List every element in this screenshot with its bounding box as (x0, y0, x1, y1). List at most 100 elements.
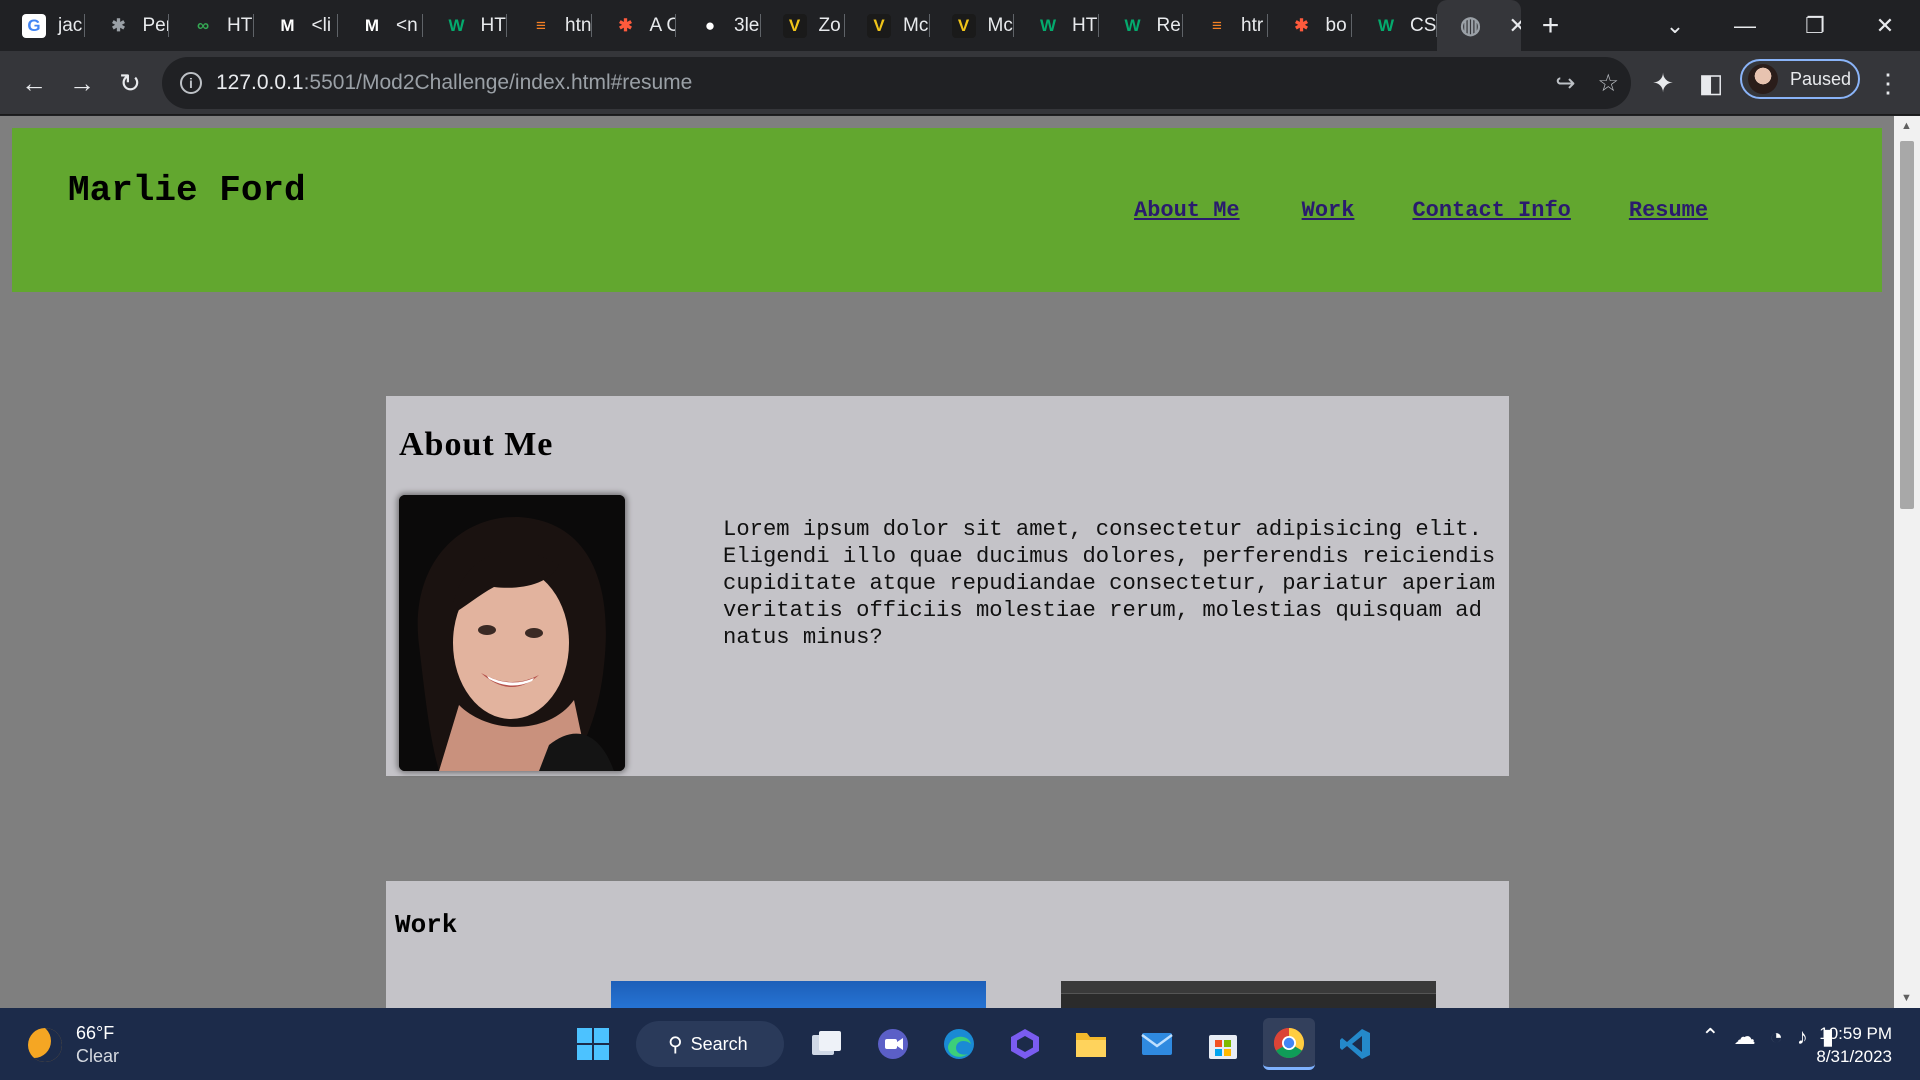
tab-favicon-icon: W (448, 15, 465, 35)
tab-favicon-icon: ✱ (1294, 15, 1309, 35)
extensions-icon[interactable]: ✦ (1643, 63, 1683, 103)
taskbar-search[interactable]: ⚲ Search (636, 1021, 784, 1067)
browser-tab[interactable]: ✱ A C (592, 0, 677, 51)
tab-favicon-icon: V (951, 13, 976, 38)
onedrive-icon[interactable]: ☁ (1734, 1024, 1756, 1050)
weather-widget[interactable]: 66°F Clear (28, 1022, 119, 1068)
browser-tab[interactable]: ● 3le (676, 0, 761, 51)
tab-title: bo (1325, 14, 1347, 36)
nav-link-resume[interactable]: Resume (1629, 198, 1708, 223)
window-controls: ⌄ — ❐ ✕ (1640, 0, 1920, 51)
browser-tab-active[interactable]: ◍ ✕ (1436, 0, 1521, 51)
tab-title: A C (649, 14, 677, 36)
profile-button[interactable]: Paused (1740, 59, 1860, 99)
close-tab-icon[interactable]: ✕ (1509, 13, 1521, 39)
tab-list: Gjac ✱ Per ∞ HT M <li M <n W HT ≡ htn ✱ A C ● 3le V Zo V Mc V… (0, 0, 1581, 51)
close-window-icon[interactable]: ✕ (1850, 13, 1920, 39)
browser-menu-icon[interactable]: ⋮ (1868, 63, 1908, 103)
browser-tab[interactable]: W CS (1352, 0, 1437, 51)
tab-title: Zo (818, 14, 841, 36)
clock-date: 8/31/2023 (1816, 1047, 1892, 1066)
start-icon[interactable] (567, 1018, 619, 1070)
browser-tab[interactable]: W Re (1099, 0, 1184, 51)
minimize-icon[interactable]: — (1710, 13, 1780, 39)
browser-tab[interactable]: ≡ htr (1183, 0, 1268, 51)
volume-icon[interactable]: ♪ (1797, 1024, 1808, 1050)
browser-tab[interactable]: ✱ bo (1268, 0, 1353, 51)
browser-tab[interactable]: V Mc (845, 0, 930, 51)
tab-favicon-icon: ✱ (111, 15, 126, 35)
taskbar-clock[interactable]: 10:59 PM 8/31/2023 (1816, 1022, 1892, 1068)
forward-icon[interactable]: → (62, 63, 102, 103)
tab-title: jac (58, 14, 83, 36)
scroll-up-icon[interactable]: ▲ (1901, 120, 1912, 132)
browser-tab[interactable]: ✱ Per (85, 0, 170, 51)
page-scrollbar[interactable]: ▲ ▼ (1894, 116, 1920, 1008)
reload-icon[interactable]: ↻ (110, 63, 150, 103)
weather-temp: 66°F (76, 1023, 115, 1043)
side-panel-icon[interactable]: ◧ (1691, 63, 1731, 103)
about-section: About Me Lorem ipsum dolor sit amet, con… (386, 396, 1509, 776)
work-project-image[interactable] (611, 981, 986, 1008)
task-view-icon[interactable] (801, 1018, 853, 1070)
browser-tab[interactable]: ≡ htn (507, 0, 592, 51)
copilot-icon[interactable] (999, 1018, 1051, 1070)
chrome-icon[interactable] (1263, 1018, 1315, 1070)
tab-favicon-icon: M (280, 15, 295, 35)
bookmark-star-icon[interactable]: ☆ (1597, 69, 1619, 98)
browser-tab[interactable]: W HT (1014, 0, 1099, 51)
taskbar-search-label: Search (690, 1033, 748, 1054)
tab-favicon-icon: W (1124, 15, 1141, 35)
share-icon[interactable]: ↪ (1555, 69, 1575, 98)
nav-link-work[interactable]: Work (1302, 198, 1355, 223)
new-tab-button[interactable]: + (1521, 0, 1581, 51)
tab-title: htn (565, 14, 592, 36)
edge-icon[interactable] (933, 1018, 985, 1070)
show-hidden-icons-chevron-icon[interactable]: ⌃ (1701, 1024, 1719, 1050)
page-viewport: Marlie Ford About Me Work Contact Info R… (0, 116, 1920, 1008)
address-path: :5501/Mod2Challenge/index.html#resume (303, 71, 693, 94)
tab-search-icon[interactable]: ⌄ (1640, 13, 1710, 39)
taskbar: 66°F Clear ⚲ Search ⌃ ☁ ◔ ♪ ▮ 10:59 PM 8… (0, 1008, 1920, 1080)
mail-icon[interactable] (1131, 1018, 1183, 1070)
about-text: Lorem ipsum dolor sit amet, consectetur … (723, 517, 1496, 650)
file-explorer-icon[interactable] (1065, 1018, 1117, 1070)
tab-favicon-icon: ● (704, 15, 716, 35)
browser-tab[interactable]: Gjac (0, 0, 85, 51)
work-project-image[interactable] (1061, 981, 1436, 1008)
clock-time: 10:59 PM (1819, 1024, 1892, 1043)
vscode-icon[interactable] (1329, 1018, 1381, 1070)
restore-icon[interactable]: ❐ (1780, 13, 1850, 39)
tab-favicon-icon: V (867, 13, 891, 38)
tab-favicon-icon: ∞ (196, 15, 210, 35)
browser-tab[interactable]: M <li (254, 0, 339, 51)
tab-favicon-icon: ≡ (536, 15, 546, 35)
address-bar[interactable]: i 127.0.0.1:5501/Mod2Challenge/index.htm… (162, 57, 1631, 109)
scroll-down-icon[interactable]: ▼ (1901, 992, 1912, 1004)
taskbar-apps: ⚲ Search (560, 1018, 1388, 1070)
tab-favicon-icon: W (1039, 15, 1057, 35)
tab-title: Per (142, 14, 170, 36)
browser-tab[interactable]: ∞ HT (169, 0, 254, 51)
tab-title: htr (1241, 14, 1264, 36)
tab-title: HT (227, 14, 253, 36)
browser-tab[interactable]: M <n (338, 0, 423, 51)
microsoft-store-icon[interactable] (1197, 1018, 1249, 1070)
tab-title: HT (480, 14, 506, 36)
browser-tab[interactable]: W HT (423, 0, 508, 51)
nav-link-contact-info[interactable]: Contact Info (1412, 198, 1570, 223)
tab-title: Mc (987, 14, 1013, 36)
teams-chat-icon[interactable] (867, 1018, 919, 1070)
search-icon: ⚲ (668, 1033, 683, 1056)
back-icon[interactable]: ← (14, 63, 54, 103)
site-info-icon[interactable]: i (180, 72, 202, 94)
browser-tab[interactable]: V Zo (761, 0, 846, 51)
nav-link-about-me[interactable]: About Me (1134, 198, 1240, 223)
work-heading: Work (395, 910, 458, 940)
site-title: Marlie Ford (68, 170, 306, 211)
wifi-icon[interactable]: ◔ (1770, 1024, 1783, 1050)
tab-favicon-icon: W (1377, 15, 1395, 35)
browser-tab[interactable]: V Mc (930, 0, 1015, 51)
browser-toolbar: ← → ↻ i 127.0.0.1:5501/Mod2Challenge/ind… (0, 51, 1920, 115)
scrollbar-thumb[interactable] (1900, 141, 1914, 509)
